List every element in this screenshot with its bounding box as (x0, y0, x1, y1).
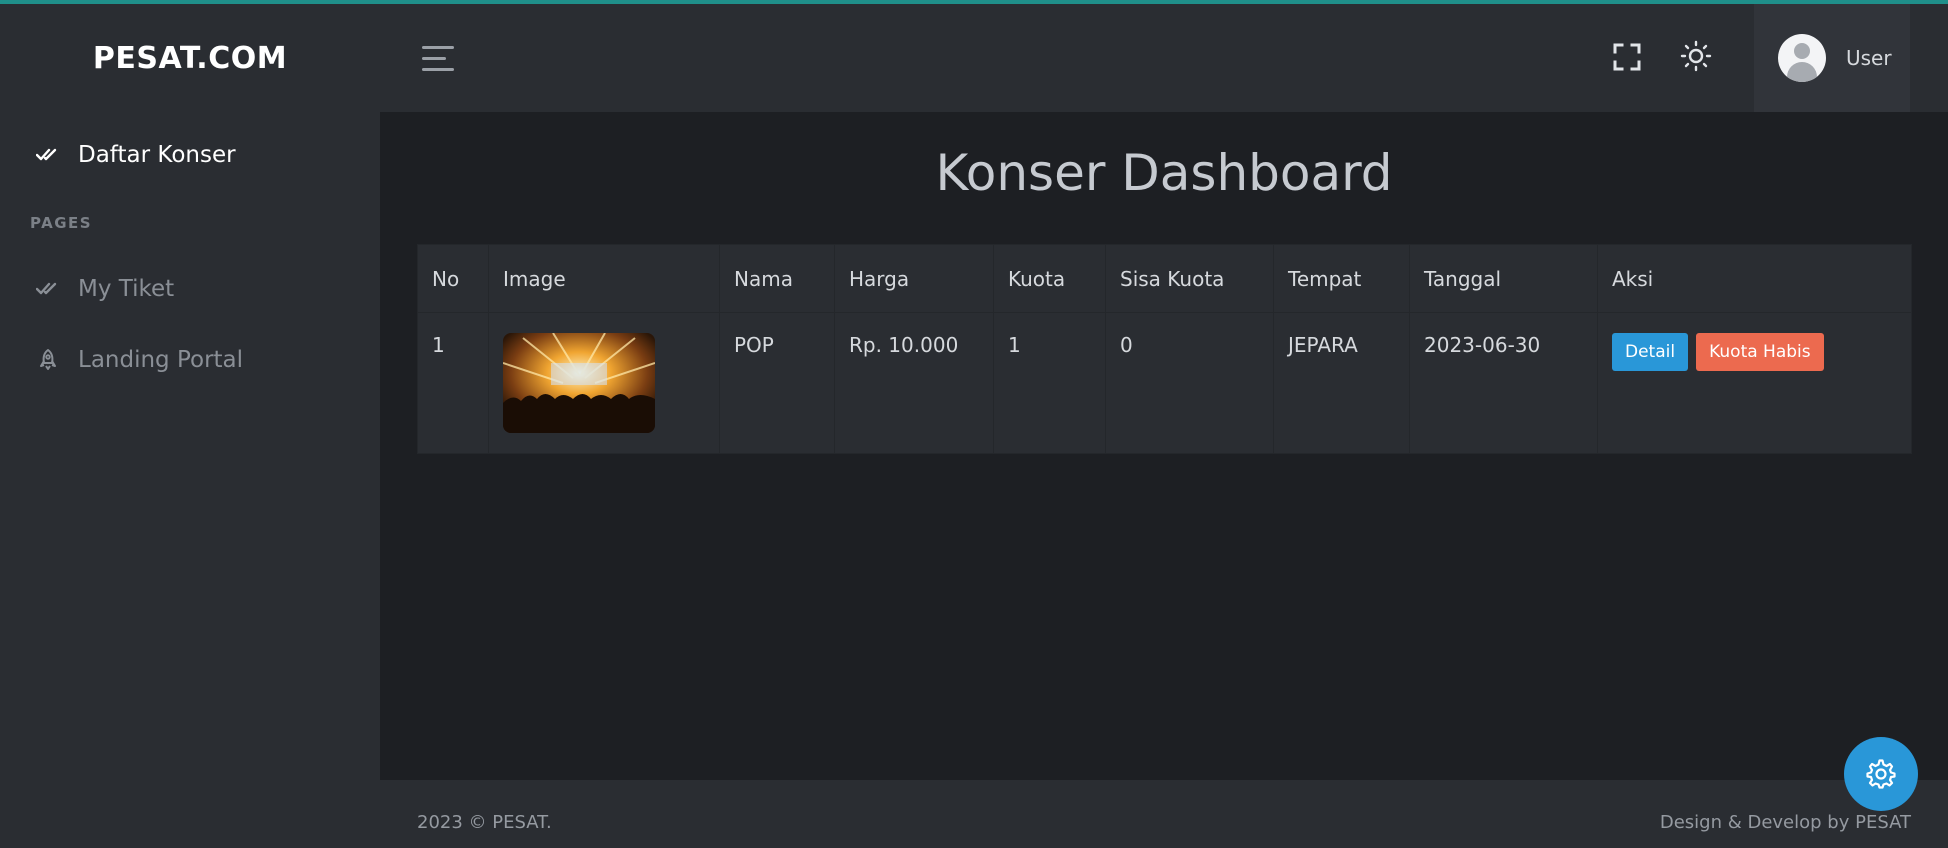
column-header: Image (488, 244, 720, 313)
double-check-icon (36, 282, 57, 295)
sidebar-item-label: Daftar Konser (78, 142, 236, 168)
sidebar-section-heading: PAGES (30, 214, 93, 232)
concert-photo (503, 333, 655, 433)
detail-button[interactable]: Detail (1612, 333, 1689, 371)
fullscreen-icon[interactable] (1612, 42, 1642, 72)
gear-icon (1866, 759, 1896, 789)
sun-icon[interactable] (1680, 40, 1712, 72)
column-header: Aksi (1597, 244, 1912, 313)
user-name: User (1846, 46, 1892, 70)
footer: 2023 © PESAT. Design & Develop by PESAT (380, 780, 1948, 848)
top-header: User (380, 4, 1948, 112)
cell-tanggal: 2023-06-30 (1409, 312, 1598, 454)
cell-image (488, 312, 720, 454)
brand-logo[interactable]: PESAT.COM (0, 4, 380, 112)
settings-button[interactable] (1844, 737, 1918, 811)
column-header: Sisa Kuota (1105, 244, 1274, 313)
kuota-habis-button[interactable]: Kuota Habis (1696, 333, 1824, 371)
sidebar-item-landing-portal[interactable]: Landing Portal (36, 340, 243, 380)
page-title: Konser Dashboard (935, 144, 1393, 202)
brand-name: PESAT.COM (92, 40, 288, 76)
double-check-icon (36, 148, 57, 161)
user-avatar (1778, 34, 1826, 82)
table-row: 1 POP Rp. 10.000 1 0 JEPARA 2023-06-30 D… (417, 312, 1912, 454)
cell-sisa-kuota: 0 (1105, 312, 1274, 454)
sidebar: PESAT.COM Daftar Konser PAGES My Tiket L… (0, 4, 380, 848)
konser-table: No Image Nama Harga Kuota Sisa Kuota Tem… (417, 244, 1912, 454)
cell-kuota: 1 (993, 312, 1106, 454)
cell-harga: Rp. 10.000 (834, 312, 994, 454)
cell-no: 1 (417, 312, 489, 454)
footer-credit: Design & Develop by PESAT (1659, 812, 1911, 833)
sidebar-item-label: My Tiket (78, 276, 175, 302)
footer-copyright: 2023 © PESAT. (417, 812, 552, 833)
menu-icon[interactable] (422, 46, 454, 72)
column-header: Harga (834, 244, 994, 313)
column-header: Kuota (993, 244, 1106, 313)
sidebar-item-my-tiket[interactable]: My Tiket (36, 269, 174, 309)
user-menu[interactable]: User (1754, 4, 1910, 112)
column-header: No (417, 244, 489, 313)
table-header-row: No Image Nama Harga Kuota Sisa Kuota Tem… (417, 244, 1912, 313)
sidebar-item-daftar-konser[interactable]: Daftar Konser (36, 135, 236, 175)
cell-nama: POP (719, 312, 835, 454)
cell-aksi: Detail Kuota Habis (1597, 312, 1912, 454)
column-header: Tempat (1273, 244, 1410, 313)
rocket-icon (40, 349, 56, 370)
column-header: Tanggal (1409, 244, 1598, 313)
cell-tempat: JEPARA (1273, 312, 1410, 454)
sidebar-item-label: Landing Portal (78, 347, 244, 373)
column-header: Nama (719, 244, 835, 313)
